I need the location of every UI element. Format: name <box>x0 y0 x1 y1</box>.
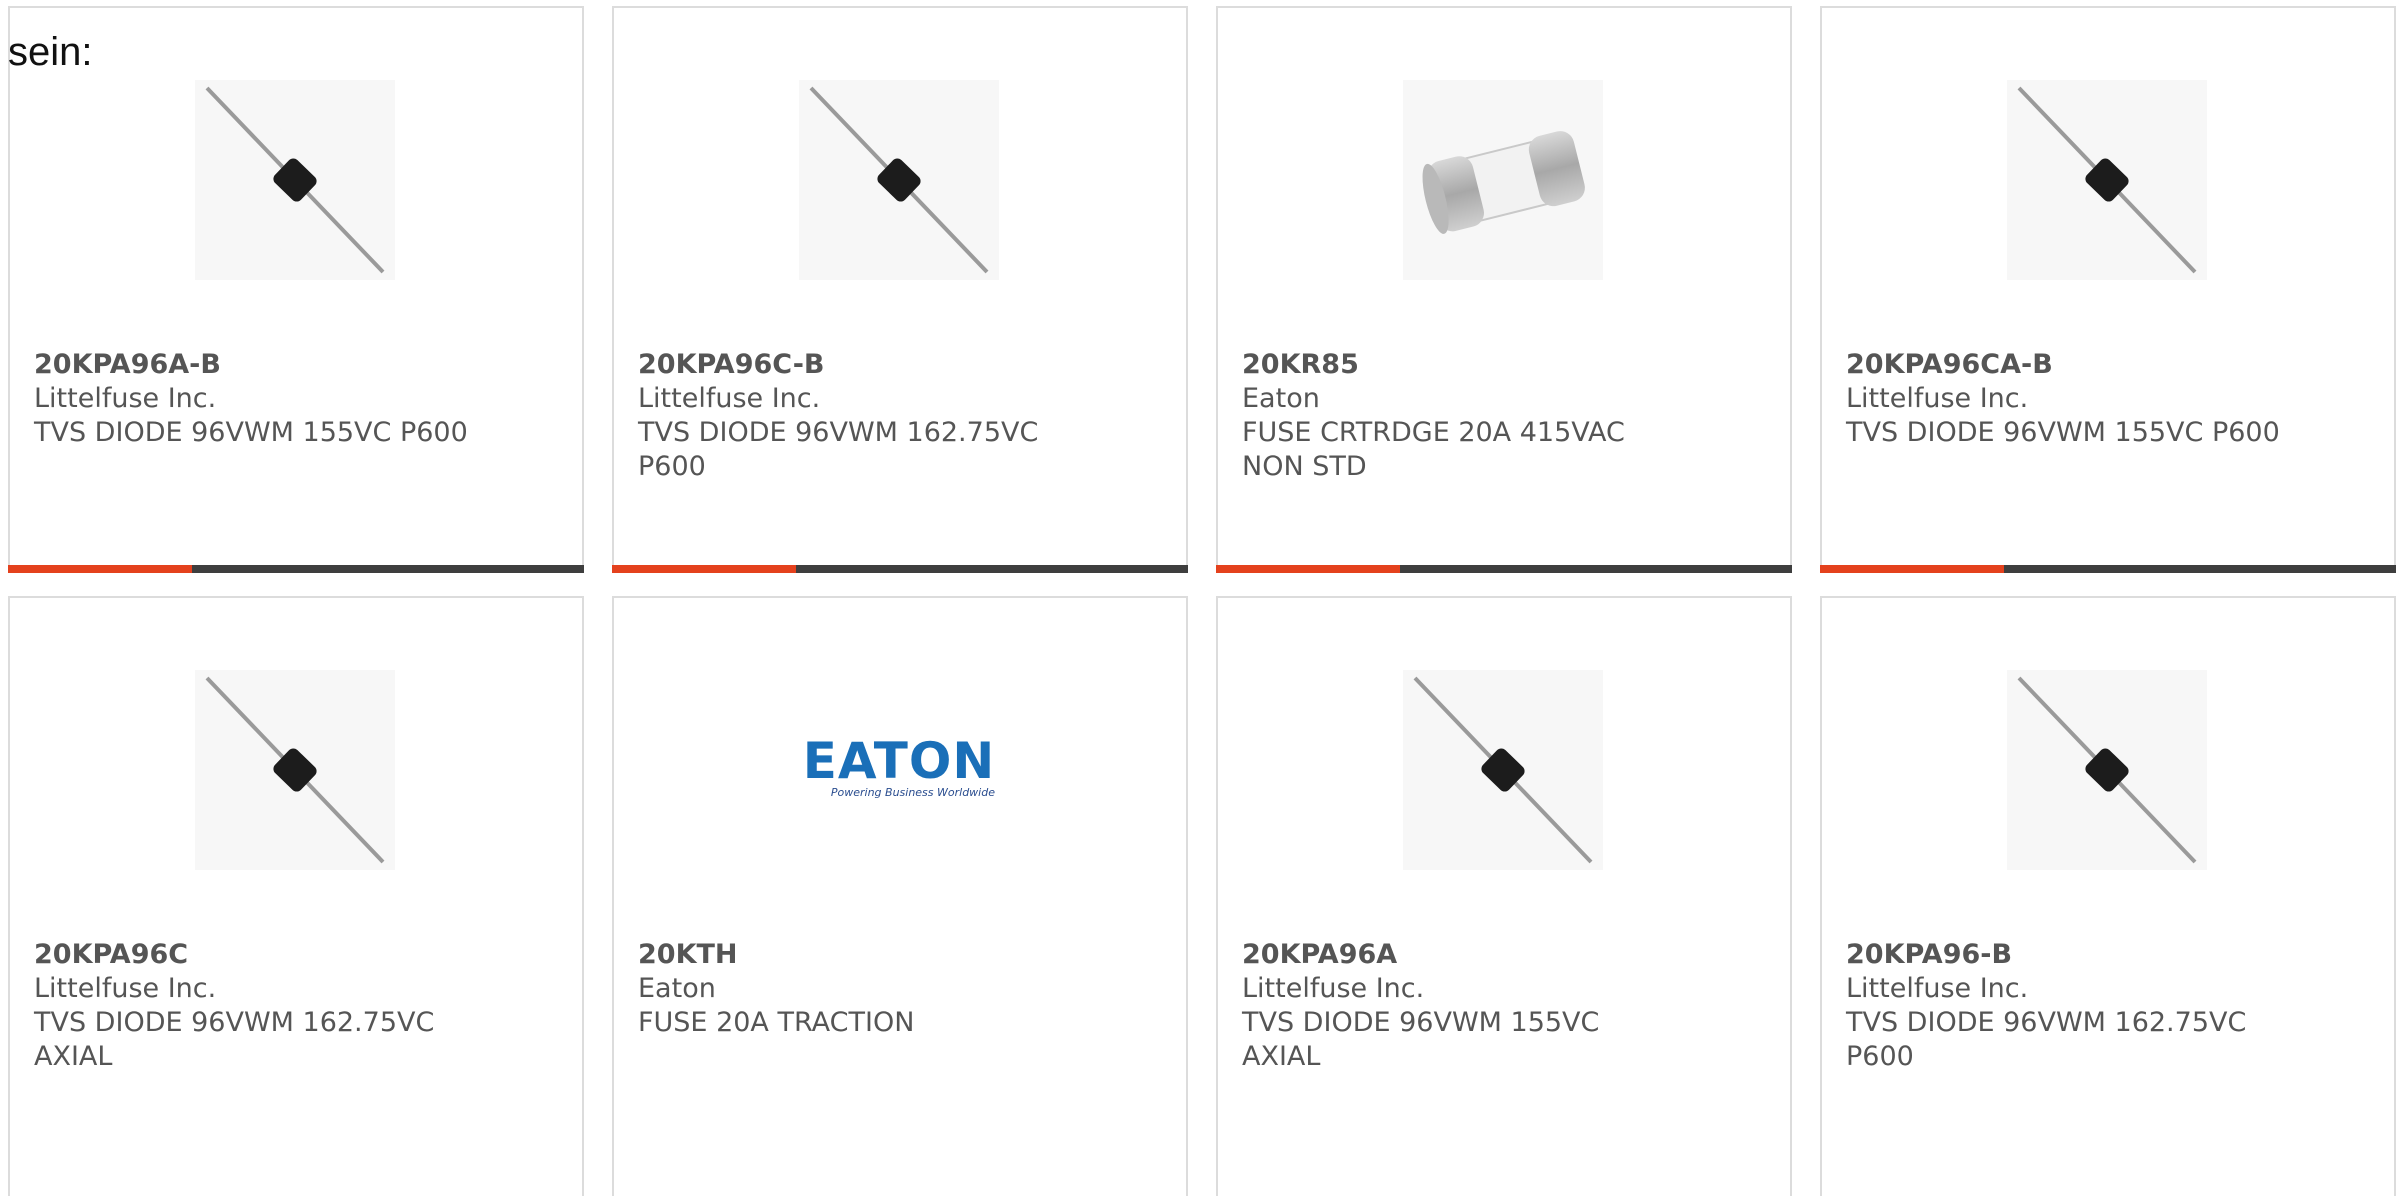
product-grid: 20KPA96A-B Littelfuse Inc. TVS DIODE 96V… <box>8 6 2400 1196</box>
product-card[interactable]: EATON Powering Business Worldwide 20KTH … <box>612 596 1188 1196</box>
part-number[interactable]: 20KPA96CA-B <box>1846 348 2286 382</box>
description: TVS DIODE 96VWM 155VC AXIAL <box>1242 1007 1600 1072</box>
cartridge-fuse-icon <box>1403 80 1603 280</box>
description: TVS DIODE 96VWM 155VC P600 <box>1846 417 2280 448</box>
axial-diode-icon <box>2007 670 2207 870</box>
progress-bar <box>8 565 584 573</box>
product-card[interactable]: 20KPA96C Littelfuse Inc. TVS DIODE 96VWM… <box>8 596 584 1196</box>
progress-fill <box>1216 565 1401 573</box>
eaton-logo-tagline: Powering Business Worldwide <box>831 786 995 799</box>
part-number[interactable]: 20KPA96C-B <box>638 348 1078 382</box>
manufacturer: Littelfuse Inc. <box>1846 973 2029 1004</box>
progress-bar <box>1216 565 1792 573</box>
product-card[interactable]: 20KPA96A-B Littelfuse Inc. TVS DIODE 96V… <box>8 6 584 573</box>
description: TVS DIODE 96VWM 162.75VC P600 <box>638 417 1039 482</box>
progress-fill <box>1820 565 2005 573</box>
intro-text: sein: <box>8 30 93 74</box>
product-card[interactable]: 20KPA96CA-B Littelfuse Inc. TVS DIODE 96… <box>1820 6 2396 573</box>
axial-diode-icon <box>2007 80 2207 280</box>
progress-fill <box>612 565 797 573</box>
part-number[interactable]: 20KPA96A-B <box>34 348 474 382</box>
manufacturer: Littelfuse Inc. <box>638 383 821 414</box>
part-number[interactable]: 20KPA96-B <box>1846 938 2286 972</box>
manufacturer: Eaton <box>638 973 716 1004</box>
manufacturer: Littelfuse Inc. <box>34 383 217 414</box>
axial-diode-icon <box>1403 670 1603 870</box>
manufacturer: Littelfuse Inc. <box>1242 973 1425 1004</box>
eaton-logo: EATON Powering Business Worldwide <box>799 670 999 870</box>
part-number[interactable]: 20KPA96C <box>34 938 474 972</box>
part-number[interactable]: 20KTH <box>638 938 1078 972</box>
description: TVS DIODE 96VWM 162.75VC AXIAL <box>34 1007 435 1072</box>
manufacturer: Eaton <box>1242 383 1320 414</box>
description: TVS DIODE 96VWM 162.75VC P600 <box>1846 1007 2247 1072</box>
axial-diode-icon <box>195 670 395 870</box>
product-card[interactable]: 20KPA96A Littelfuse Inc. TVS DIODE 96VWM… <box>1216 596 1792 1196</box>
product-card[interactable]: 20KR85 Eaton FUSE CRTRDGE 20A 415VAC NON… <box>1216 6 1792 573</box>
part-number[interactable]: 20KR85 <box>1242 348 1682 382</box>
part-number[interactable]: 20KPA96A <box>1242 938 1682 972</box>
description: FUSE 20A TRACTION <box>638 1007 915 1038</box>
axial-diode-icon <box>195 80 395 280</box>
description: TVS DIODE 96VWM 155VC P600 <box>34 417 468 448</box>
manufacturer: Littelfuse Inc. <box>34 973 217 1004</box>
manufacturer: Littelfuse Inc. <box>1846 383 2029 414</box>
product-card[interactable]: 20KPA96C-B Littelfuse Inc. TVS DIODE 96V… <box>612 6 1188 573</box>
description: FUSE CRTRDGE 20A 415VAC NON STD <box>1242 417 1625 482</box>
eaton-logo-text: EATON <box>803 732 995 790</box>
product-card[interactable]: 20KPA96-B Littelfuse Inc. TVS DIODE 96VW… <box>1820 596 2396 1196</box>
axial-diode-icon <box>799 80 999 280</box>
progress-bar <box>612 565 1188 573</box>
progress-bar <box>1820 565 2396 573</box>
progress-fill <box>8 565 193 573</box>
